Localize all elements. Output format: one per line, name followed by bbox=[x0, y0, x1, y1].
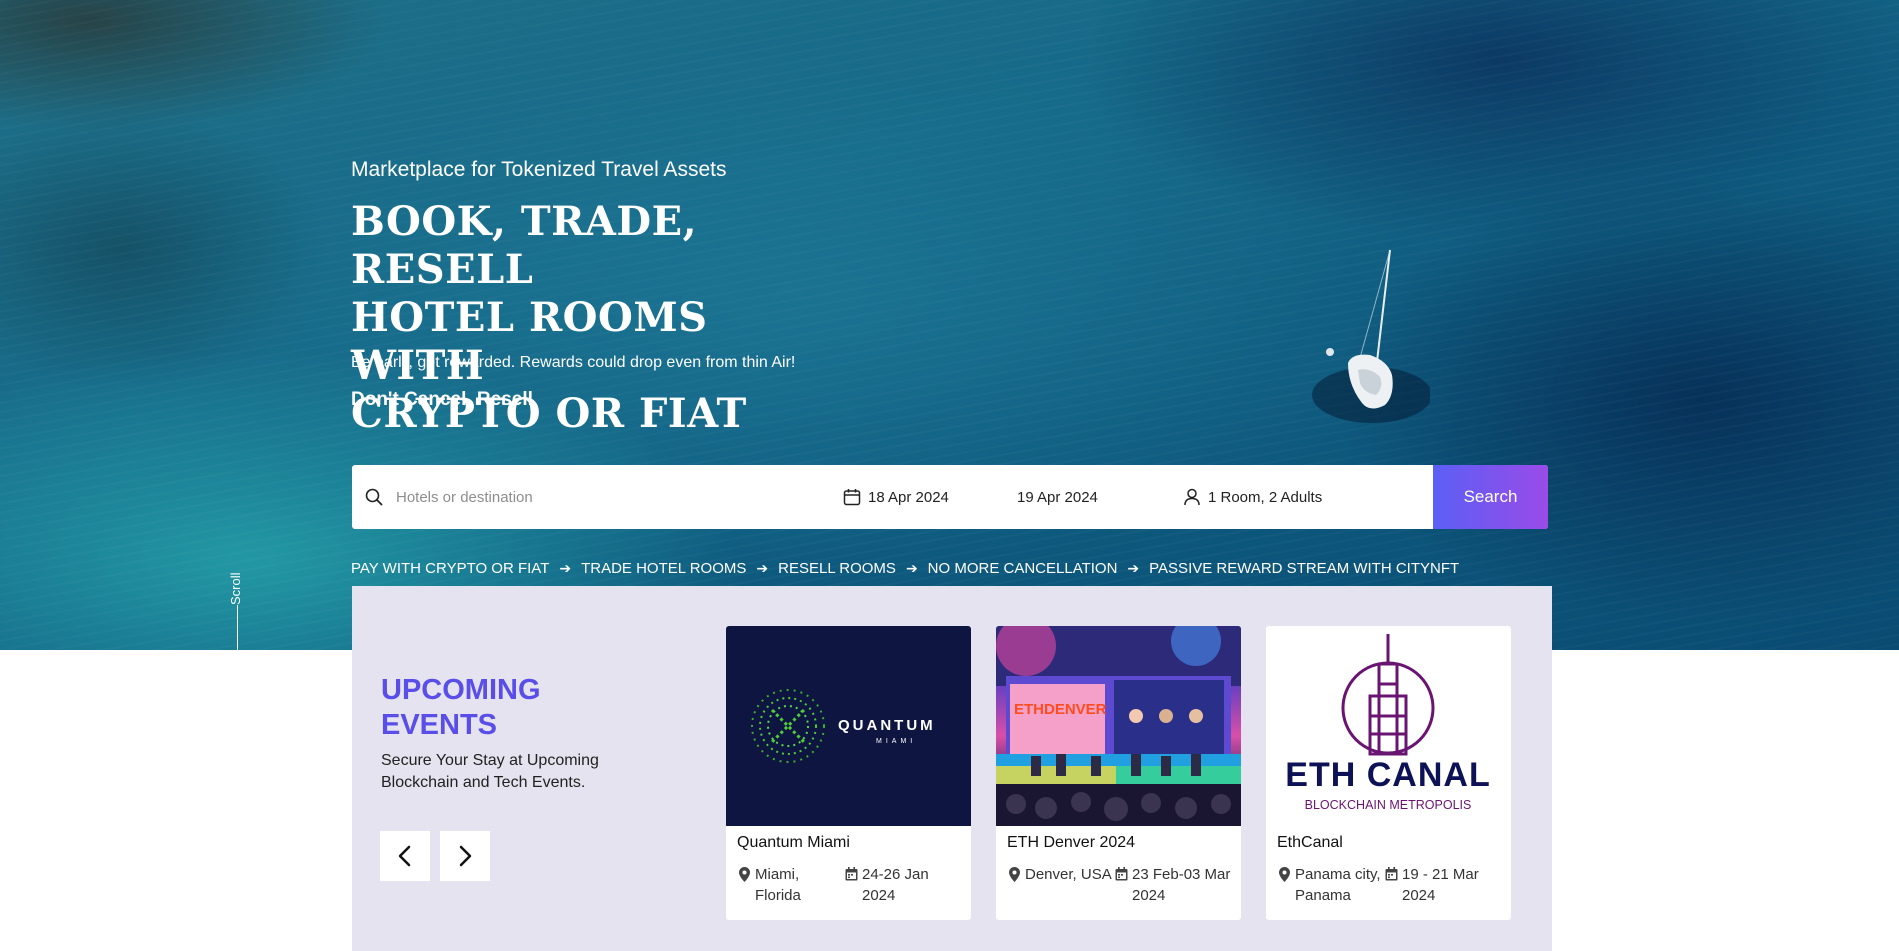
event-dates-text: 23 Feb-03 Mar 2024 bbox=[1132, 866, 1231, 904]
event-dates-text: 19 - 21 Mar 2024 bbox=[1402, 866, 1479, 904]
search-button[interactable]: Search bbox=[1433, 465, 1548, 529]
destination-field[interactable] bbox=[352, 465, 842, 529]
event-location-text: Panama city, Panama bbox=[1295, 866, 1381, 904]
carousel-next-button[interactable] bbox=[440, 831, 490, 881]
guests-field[interactable]: 1 Room, 2 Adults bbox=[1182, 465, 1432, 529]
events-title: UPCOMING EVENTS bbox=[381, 673, 601, 743]
hero-subtitle: Marketplace for Tokenized Travel Assets bbox=[351, 158, 727, 181]
map-pin-icon bbox=[737, 866, 751, 882]
event-card[interactable]: ETHDENVER ETH Denver 2024 Denver, USA 23… bbox=[996, 626, 1241, 920]
event-location-text: Denver, USA bbox=[1025, 866, 1112, 883]
event-location: Panama city, Panama bbox=[1277, 864, 1382, 906]
scroll-indicator-line bbox=[237, 605, 238, 650]
event-dates-text: 24-26 Jan 2024 bbox=[862, 866, 929, 904]
arrow-right-icon: ➔ bbox=[1127, 560, 1140, 576]
feature-item: RESELL ROOMS bbox=[778, 560, 896, 577]
quantum-logo-subtext: MIAMI bbox=[876, 738, 916, 745]
event-dates: 23 Feb-03 Mar 2024 bbox=[1114, 864, 1234, 906]
quantum-miami-logo: QUANTUM MIAMI bbox=[726, 626, 971, 826]
checkout-date-value: 19 Apr 2024 bbox=[1017, 488, 1098, 506]
event-dates: 24-26 Jan 2024 bbox=[844, 864, 964, 906]
search-icon bbox=[364, 487, 384, 507]
eth-canal-logo-text: ETH CANAL bbox=[1285, 756, 1490, 794]
feature-item: NO MORE CANCELLATION bbox=[927, 560, 1118, 577]
search-bar: 18 Apr 2024 19 Apr 2024 1 Room, 2 Adults… bbox=[352, 465, 1548, 529]
event-location: Miami, Florida bbox=[737, 864, 842, 906]
checkout-date-field[interactable]: 19 Apr 2024 bbox=[1017, 465, 1182, 529]
event-dates: 19 - 21 Mar 2024 bbox=[1384, 864, 1504, 906]
feature-item: PAY WITH CRYPTO OR FIAT bbox=[351, 560, 550, 577]
chevron-left-icon bbox=[398, 845, 411, 867]
calendar-icon bbox=[844, 866, 858, 882]
scroll-indicator-label[interactable]: Scroll bbox=[228, 572, 243, 605]
eth-canal-graphic: ETH CANAL BLOCKCHAIN METROPOLIS bbox=[1285, 634, 1490, 812]
event-card[interactable]: ETH CANAL BLOCKCHAIN METROPOLIS EthCanal… bbox=[1266, 626, 1511, 920]
guests-value: 1 Room, 2 Adults bbox=[1208, 488, 1323, 506]
feature-strip: PAY WITH CRYPTO OR FIAT ➔ TRADE HOTEL RO… bbox=[351, 560, 1459, 577]
calendar-icon bbox=[842, 487, 862, 507]
event-location: Denver, USA bbox=[1007, 864, 1112, 885]
upcoming-events-section: UPCOMING EVENTS Secure Your Stay at Upco… bbox=[352, 586, 1552, 951]
quantum-miami-graphic: QUANTUM MIAMI bbox=[751, 689, 936, 763]
arrow-right-icon: ➔ bbox=[756, 560, 769, 576]
feature-item: PASSIVE REWARD STREAM WITH CITYNFT bbox=[1149, 560, 1460, 577]
eth-canal-logo: ETH CANAL BLOCKCHAIN METROPOLIS bbox=[1266, 626, 1511, 826]
headline-line-2: HOTEL ROOMS WITH bbox=[351, 294, 708, 389]
quantum-logo-text: QUANTUM bbox=[838, 717, 936, 734]
hero-resell-slogan: Don't Cancel, Resell bbox=[351, 389, 533, 410]
events-title-line-2: EVENTS bbox=[381, 709, 498, 741]
hero-tagline: Be early, get rewarded. Rewards could dr… bbox=[351, 354, 796, 371]
map-pin-icon bbox=[1277, 866, 1291, 882]
events-title-line-1: UPCOMING bbox=[381, 674, 541, 706]
chevron-right-icon bbox=[459, 845, 472, 867]
map-pin-icon bbox=[1007, 866, 1021, 882]
user-icon bbox=[1182, 487, 1202, 507]
events-description: Secure Your Stay at Upcoming Blockchain … bbox=[381, 752, 599, 791]
eth-denver-stage-graphic: ETHDENVER bbox=[996, 626, 1241, 826]
eth-denver-logo-text: ETHDENVER bbox=[1014, 701, 1107, 718]
carousel-prev-button[interactable] bbox=[380, 831, 430, 881]
checkin-date-field[interactable]: 18 Apr 2024 bbox=[842, 465, 1017, 529]
arrow-right-icon: ➔ bbox=[559, 560, 572, 576]
sailboat-image bbox=[1312, 249, 1430, 423]
calendar-icon bbox=[1114, 866, 1128, 882]
event-name: Quantum Miami bbox=[737, 834, 850, 851]
calendar-icon bbox=[1384, 866, 1398, 882]
checkin-date-value: 18 Apr 2024 bbox=[868, 488, 949, 506]
event-name: ETH Denver 2024 bbox=[1007, 834, 1136, 851]
eth-canal-logo-subtext: BLOCKCHAIN METROPOLIS bbox=[1305, 798, 1472, 812]
headline-line-1: BOOK, TRADE, RESELL bbox=[351, 198, 697, 293]
arrow-right-icon: ➔ bbox=[905, 560, 918, 576]
event-name: EthCanal bbox=[1277, 834, 1343, 851]
event-card[interactable]: QUANTUM MIAMI Quantum Miami Miami, Flori… bbox=[726, 626, 971, 920]
hero-banner: Marketplace for Tokenized Travel Assets … bbox=[0, 0, 1899, 650]
eth-denver-photo: ETHDENVER bbox=[996, 626, 1241, 826]
destination-input[interactable] bbox=[396, 488, 836, 506]
feature-item: TRADE HOTEL ROOMS bbox=[581, 560, 747, 577]
event-location-text: Miami, Florida bbox=[755, 866, 801, 904]
